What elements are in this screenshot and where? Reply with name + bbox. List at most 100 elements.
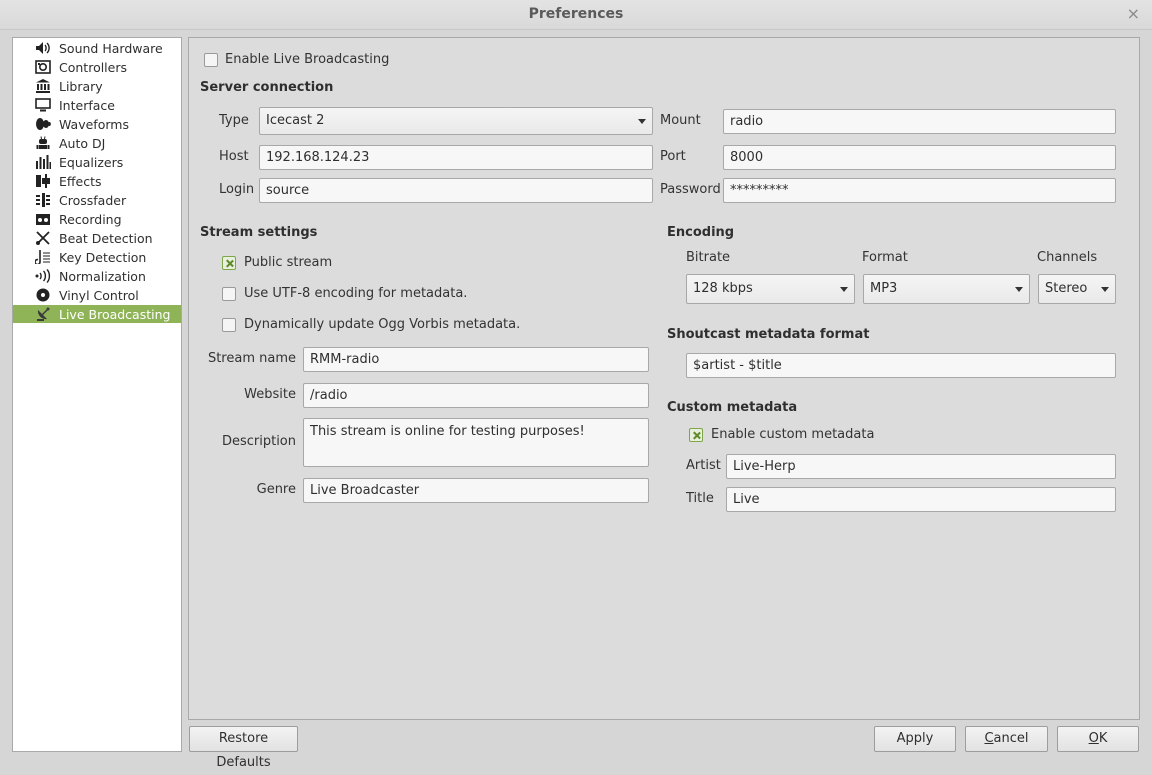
format-label: Format — [862, 250, 908, 265]
chevron-down-icon — [840, 287, 848, 292]
sidebar-item-label: Beat Detection — [59, 230, 153, 246]
sidebar-item-crossfader[interactable]: Crossfader — [13, 191, 181, 209]
sidebar-item-label: Interface — [59, 97, 115, 113]
cancel-mnemonic: C — [984, 731, 994, 746]
port-label: Port — [660, 149, 686, 164]
bitrate-label: Bitrate — [686, 250, 731, 265]
window-title: Preferences — [528, 6, 624, 22]
sidebar-item-effects[interactable]: Effects — [13, 172, 181, 190]
normalization-icon — [35, 269, 51, 283]
ok-label-rest: K — [1098, 731, 1108, 746]
live-broadcasting-panel: Enable Live Broadcasting Server connecti… — [188, 37, 1140, 720]
sidebar-item-label: Normalization — [59, 268, 146, 284]
stream-settings-heading: Stream settings — [200, 225, 318, 240]
chevron-down-icon — [1015, 287, 1023, 292]
port-input[interactable]: 8000 — [723, 145, 1116, 170]
sidebar-item-waveforms[interactable]: Waveforms — [13, 115, 181, 133]
cancel-label-rest: ancel — [993, 731, 1029, 746]
sidebar-item-label: Auto DJ — [59, 135, 106, 151]
sidebar-item-label: Recording — [59, 211, 122, 227]
restore-defaults-button[interactable]: Restore Defaults — [189, 726, 298, 770]
crossfader-icon — [35, 193, 51, 207]
artist-label: Artist — [686, 458, 721, 473]
bitrate-value: 128 kbps — [693, 281, 753, 296]
sidebar-item-label: Equalizers — [59, 154, 124, 170]
apply-button[interactable]: Apply — [874, 726, 956, 752]
sidebar-item-vinyl-control[interactable]: Vinyl Control — [13, 286, 181, 304]
artist-input[interactable]: Live-Herp — [726, 454, 1116, 479]
sidebar-item-recording[interactable]: Recording — [13, 210, 181, 228]
channels-label: Channels — [1037, 250, 1098, 265]
ogg-metadata-label: Dynamically update Ogg Vorbis metadata. — [244, 317, 521, 332]
sidebar-item-beat-detection[interactable]: Beat Detection — [13, 229, 181, 247]
sidebar-item-live-broadcasting[interactable]: Live Broadcasting — [13, 305, 181, 323]
sidebar-item-label: Live Broadcasting — [59, 306, 171, 322]
sidebar-item-label: Key Detection — [59, 249, 147, 265]
login-input[interactable]: source — [259, 178, 653, 203]
mount-input[interactable]: radio — [723, 109, 1116, 134]
password-label: Password — [660, 182, 721, 197]
chevron-down-icon — [638, 119, 646, 124]
stream-name-label: Stream name — [207, 351, 296, 366]
chevron-down-icon — [1101, 287, 1109, 292]
enable-custom-metadata-checkbox[interactable] — [689, 428, 703, 442]
title-input[interactable]: Live — [726, 487, 1116, 512]
format-value: MP3 — [870, 281, 898, 296]
sidebar-item-key-detection[interactable]: Key Detection — [13, 248, 181, 266]
sidebar-item-normalization[interactable]: Normalization — [13, 267, 181, 285]
sidebar-item-controllers[interactable]: Controllers — [13, 58, 181, 76]
ogg-metadata-checkbox[interactable] — [222, 318, 236, 332]
shoutcast-heading: Shoutcast metadata format — [667, 327, 870, 342]
encoding-heading: Encoding — [667, 225, 735, 240]
speaker-icon — [35, 41, 51, 55]
ok-mnemonic: O — [1088, 731, 1099, 746]
title-label: Title — [686, 491, 714, 506]
sidebar-item-sound-hardware[interactable]: Sound Hardware — [13, 39, 181, 57]
cancel-button[interactable]: Cancel — [965, 726, 1048, 752]
close-icon[interactable]: × — [1127, 4, 1140, 23]
genre-input[interactable]: Live Broadcaster — [303, 478, 649, 503]
enable-custom-metadata-label: Enable custom metadata — [711, 427, 875, 442]
public-stream-checkbox[interactable] — [222, 256, 236, 270]
enable-live-broadcasting-checkbox[interactable] — [204, 53, 218, 67]
website-input[interactable]: /radio — [303, 383, 649, 408]
shoutcast-format-input[interactable]: $artist - $title — [686, 353, 1116, 378]
effects-icon — [35, 174, 51, 188]
enable-live-broadcasting-label: Enable Live Broadcasting — [225, 52, 390, 67]
password-input[interactable]: ********* — [723, 178, 1116, 203]
sidebar-item-label: Library — [59, 78, 103, 94]
login-label: Login — [219, 182, 255, 197]
sidebar-item-label: Sound Hardware — [59, 40, 163, 56]
vinyl-icon — [35, 288, 51, 302]
stream-name-input[interactable]: RMM-radio — [303, 347, 649, 372]
custom-metadata-heading: Custom metadata — [667, 400, 798, 415]
preferences-sidebar: Sound Hardware Controllers Library Inter… — [12, 37, 182, 752]
server-type-select[interactable]: Icecast 2 — [259, 107, 653, 135]
public-stream-label: Public stream — [244, 255, 333, 270]
controller-icon — [35, 60, 51, 74]
bitrate-select[interactable]: 128 kbps — [686, 274, 855, 304]
beat-detection-icon — [35, 231, 51, 245]
sidebar-item-equalizers[interactable]: Equalizers — [13, 153, 181, 171]
website-label: Website — [244, 387, 296, 402]
format-select[interactable]: MP3 — [863, 274, 1030, 304]
waveform-icon — [35, 117, 51, 131]
sidebar-item-label: Crossfader — [59, 192, 127, 208]
mount-label: Mount — [660, 113, 701, 128]
description-textarea[interactable]: This stream is online for testing purpos… — [303, 418, 649, 467]
host-input[interactable]: 192.168.124.23 — [259, 145, 653, 170]
sidebar-item-label: Effects — [59, 173, 102, 189]
utf8-metadata-checkbox[interactable] — [222, 287, 236, 301]
utf8-metadata-label: Use UTF-8 encoding for metadata. — [244, 286, 468, 301]
library-icon — [35, 79, 51, 93]
type-label: Type — [219, 113, 249, 128]
sidebar-item-library[interactable]: Library — [13, 77, 181, 95]
server-connection-heading: Server connection — [200, 80, 334, 95]
channels-select[interactable]: Stereo — [1038, 274, 1116, 304]
sidebar-item-interface[interactable]: Interface — [13, 96, 181, 114]
genre-label: Genre — [256, 482, 296, 497]
host-label: Host — [219, 149, 249, 164]
ok-button[interactable]: OK — [1057, 726, 1139, 752]
server-type-value: Icecast 2 — [266, 113, 325, 128]
sidebar-item-auto-dj[interactable]: Auto DJ — [13, 134, 181, 152]
